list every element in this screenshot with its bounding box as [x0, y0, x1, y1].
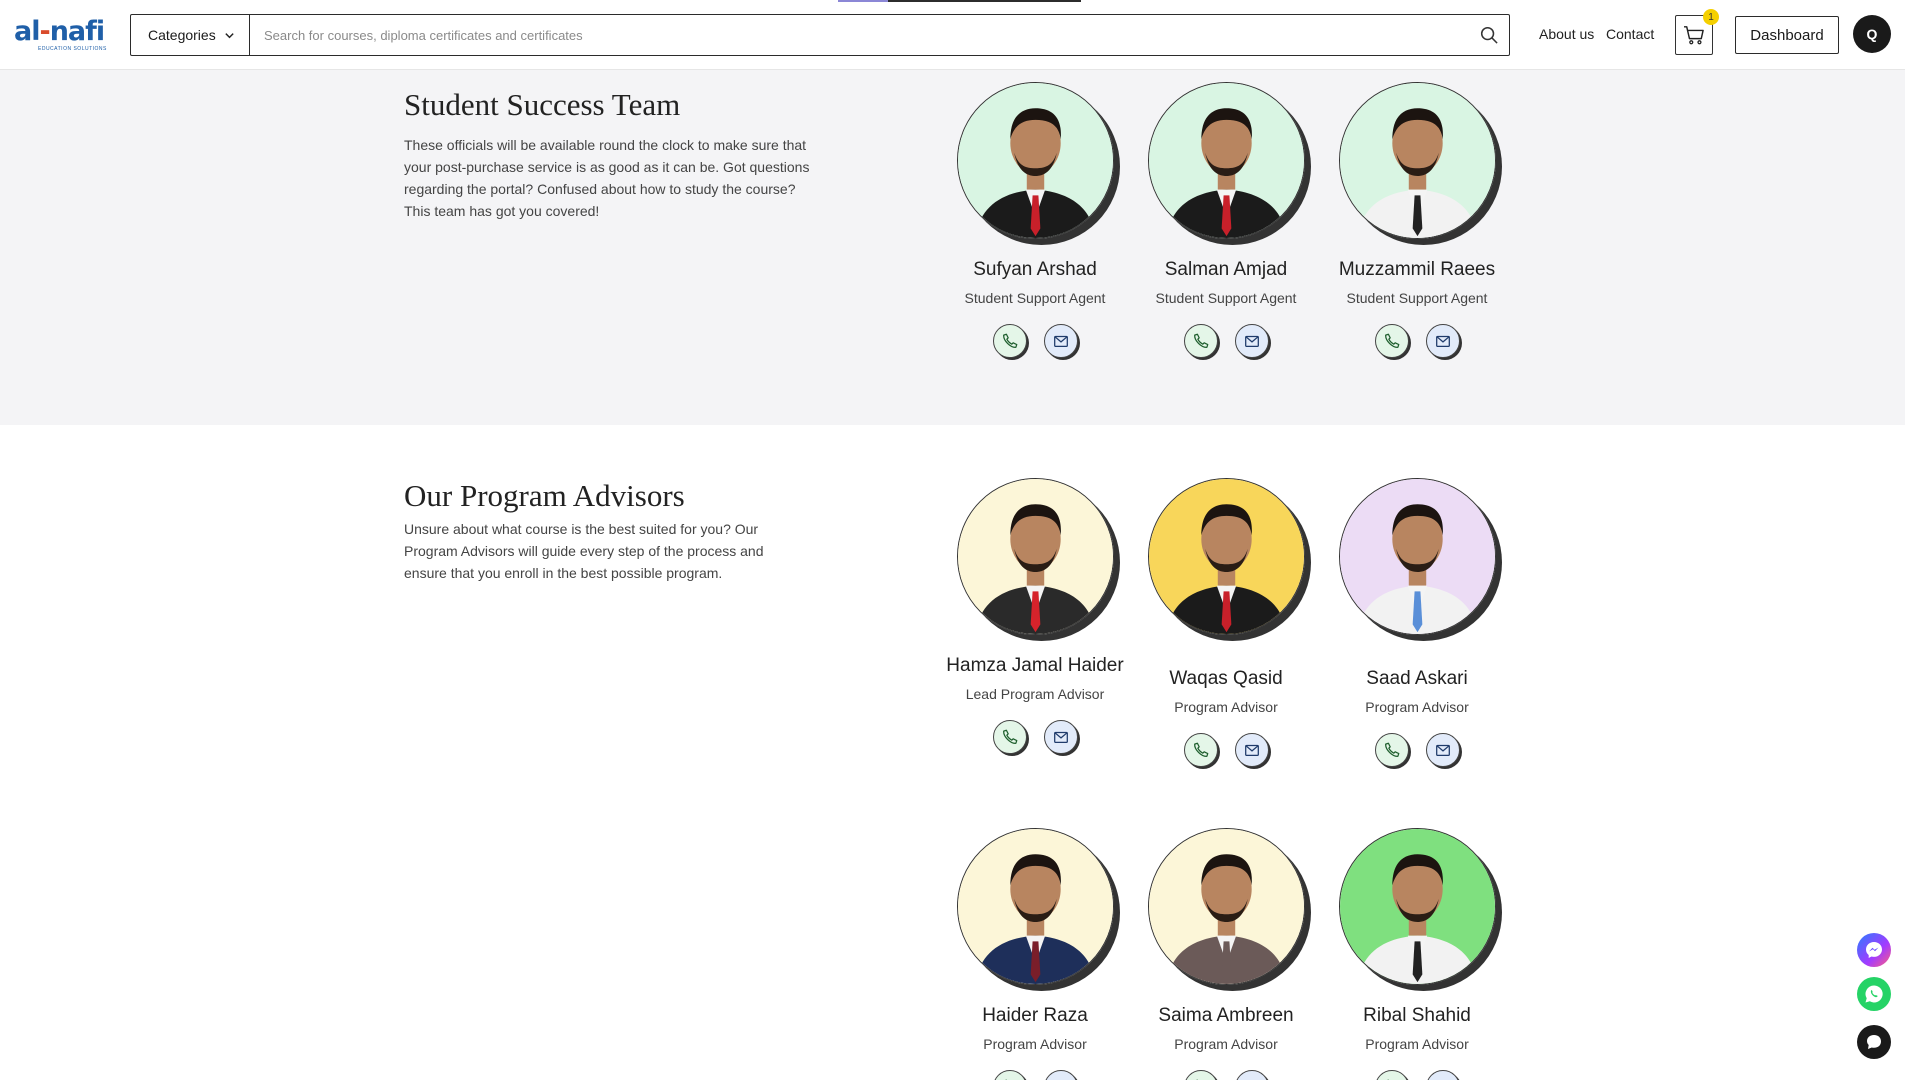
messenger-button[interactable]: [1857, 933, 1891, 967]
mail-icon[interactable]: [1043, 324, 1078, 358]
member-photo: [1338, 828, 1496, 985]
member-photo: [956, 478, 1114, 635]
member-role: Program Advisor: [1365, 699, 1469, 715]
member-role: Program Advisor: [1174, 1036, 1278, 1052]
member-name: Haider Raza: [982, 1005, 1088, 1026]
contact-actions: [940, 720, 1130, 754]
member-name: Hamza Jamal Haider: [946, 655, 1124, 676]
member-role: Student Support Agent: [964, 290, 1106, 306]
cart-button[interactable]: 1: [1675, 9, 1719, 55]
member-photo: [1338, 478, 1496, 635]
team-member-card: Salman Amjad Student Support Agent: [1131, 82, 1321, 358]
phone-icon[interactable]: [992, 1070, 1027, 1080]
member-photo: [1147, 478, 1305, 635]
phone-icon[interactable]: [992, 720, 1027, 754]
search-bar: Categories: [130, 14, 1510, 56]
member-role: Student Support Agent: [1155, 290, 1297, 306]
mail-icon[interactable]: [1234, 1070, 1269, 1080]
member-name: Muzzammil Raees: [1338, 259, 1496, 280]
member-name: Ribal Shahid: [1363, 1005, 1471, 1026]
team-member-card: Hamza Jamal Haider Lead Program Advisor: [940, 478, 1130, 754]
phone-icon[interactable]: [1374, 324, 1409, 358]
contact-actions: [940, 1070, 1130, 1080]
team-member-card: Haider Raza Program Advisor: [940, 828, 1130, 1080]
nav-about-link[interactable]: About us: [1539, 26, 1594, 42]
top-header: al-nafi EDUCATION SOLUTIONS Categories A…: [0, 0, 1905, 70]
dashboard-button[interactable]: Dashboard: [1735, 16, 1839, 54]
phone-icon[interactable]: [1374, 733, 1409, 767]
member-role: Program Advisor: [983, 1036, 1087, 1052]
member-name: Waqas Qasid: [1169, 668, 1283, 689]
member-photo: [956, 82, 1114, 239]
user-avatar[interactable]: Q: [1853, 15, 1891, 53]
mail-icon[interactable]: [1425, 324, 1460, 358]
contact-actions: [1322, 1070, 1512, 1080]
team-member-card: Sufyan Arshad Student Support Agent: [940, 82, 1130, 358]
member-photo: [1147, 828, 1305, 985]
phone-icon[interactable]: [1183, 324, 1218, 358]
mail-icon[interactable]: [1234, 733, 1269, 767]
section-description: Unsure about what course is the best sui…: [404, 521, 764, 581]
phone-icon[interactable]: [1374, 1070, 1409, 1080]
member-name: Saima Ambreen: [1158, 1005, 1294, 1026]
phone-icon[interactable]: [1183, 733, 1218, 767]
member-role: Program Advisor: [1365, 1036, 1469, 1052]
whatsapp-icon: [1865, 985, 1883, 1003]
section-title: Our Program Advisors: [404, 478, 685, 513]
mail-icon[interactable]: [1043, 1070, 1078, 1080]
search-icon[interactable]: [1469, 15, 1509, 55]
contact-actions: [1322, 733, 1512, 767]
chat-icon: [1867, 1035, 1881, 1049]
phone-icon[interactable]: [1183, 1070, 1218, 1080]
whatsapp-button[interactable]: [1857, 977, 1891, 1011]
team-member-card: Waqas Qasid Program Advisor: [1131, 478, 1321, 767]
categories-dropdown[interactable]: Categories: [131, 15, 250, 55]
member-role: Student Support Agent: [1346, 290, 1488, 306]
mail-icon[interactable]: [1425, 733, 1460, 767]
contact-actions: [1131, 1070, 1321, 1080]
page-loading-bar: [838, 0, 1081, 2]
member-name: Salman Amjad: [1164, 259, 1288, 280]
team-member-card: Muzzammil Raees Student Support Agent: [1322, 82, 1512, 358]
program-advisors-section: Our Program Advisors Unsure about what c…: [0, 425, 1905, 1080]
nav-contact-link[interactable]: Contact: [1606, 26, 1654, 42]
mail-icon[interactable]: [1234, 324, 1269, 358]
member-name: Sufyan Arshad: [973, 259, 1097, 280]
member-role: Program Advisor: [1174, 699, 1278, 715]
team-member-card: Ribal Shahid Program Advisor: [1322, 828, 1512, 1080]
member-photo: [1338, 82, 1496, 239]
search-input[interactable]: [250, 15, 1469, 55]
mail-icon[interactable]: [1043, 720, 1078, 754]
contact-actions: [1131, 733, 1321, 767]
team-member-card: Saima Ambreen Program Advisor: [1131, 828, 1321, 1080]
section-title: Student Success Team: [404, 87, 681, 122]
member-name: Saad Askari: [1366, 668, 1468, 689]
cart-icon: [1684, 26, 1704, 45]
phone-icon[interactable]: [992, 324, 1027, 358]
member-photo: [1147, 82, 1305, 239]
mail-icon[interactable]: [1425, 1070, 1460, 1080]
contact-actions: [1322, 324, 1512, 358]
member-role: Lead Program Advisor: [965, 686, 1105, 702]
student-success-section: Student Success Team These officials wil…: [0, 70, 1905, 425]
section-description: These officials will be available round …: [404, 137, 810, 219]
team-member-card: Saad Askari Program Advisor: [1322, 478, 1512, 767]
contact-actions: [940, 324, 1130, 358]
chat-button[interactable]: [1857, 1025, 1891, 1059]
cart-count-badge: 1: [1703, 9, 1719, 25]
messenger-icon: [1866, 942, 1882, 958]
categories-label: Categories: [148, 27, 216, 43]
contact-actions: [1131, 324, 1321, 358]
member-photo: [956, 828, 1114, 985]
alnafi-logo[interactable]: al-nafi EDUCATION SOLUTIONS: [14, 18, 107, 53]
chevron-down-icon: [225, 32, 234, 38]
